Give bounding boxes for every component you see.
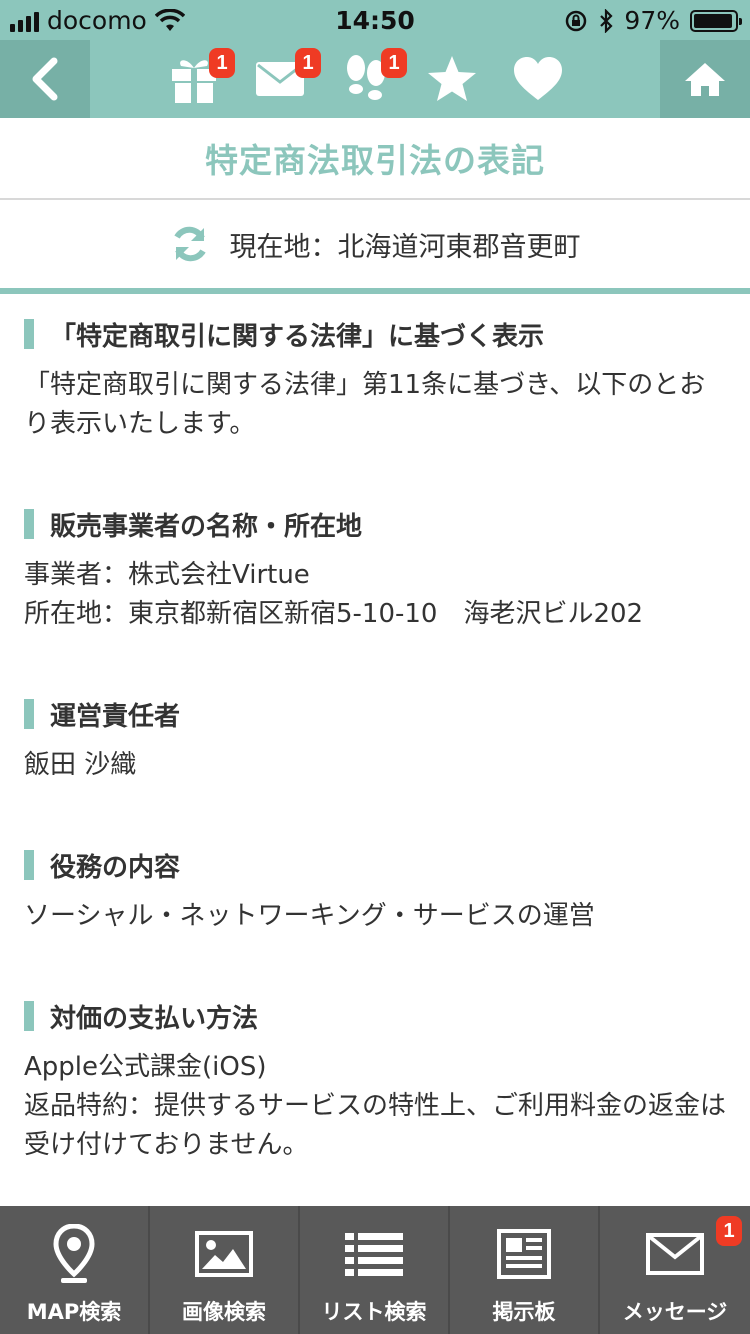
rotation-lock-icon: [566, 10, 587, 31]
section-heading: 対価の支払い方法: [24, 996, 726, 1036]
back-button[interactable]: [0, 40, 90, 118]
tab-messages[interactable]: メッセージ 1: [600, 1206, 750, 1334]
section-heading: 役務の内容: [24, 845, 726, 885]
section-service: 役務の内容 ソーシャル・ネットワーキング・サービスの運営: [24, 845, 726, 936]
section-line: 「特定商取引に関する法律」第11条に基づき、以下のとおり表示いたします。: [24, 370, 706, 439]
heading-bar: [24, 1001, 34, 1031]
status-right: 97%: [564, 6, 742, 35]
heading-bar: [24, 850, 34, 880]
mail-icon: [646, 1233, 704, 1275]
section-legal-basis: 「特定商取引に関する法律」に基づく表示 「特定商取引に関する法律」第11条に基づ…: [24, 314, 726, 444]
section-body: 飯田 沙織: [24, 746, 726, 785]
section-body: ソーシャル・ネットワーキング・サービスの運営: [24, 897, 726, 936]
list-icon: [345, 1233, 403, 1276]
heading-bar: [24, 509, 34, 539]
gift-button[interactable]: 1: [165, 48, 235, 108]
footprints-badge: 1: [381, 48, 407, 78]
heart-icon: [514, 57, 562, 100]
tab-bulletin-board[interactable]: 掲示板: [450, 1206, 600, 1334]
section-line: 所在地：東京都新宿区新宿5-10-10 海老沢ビル202: [24, 599, 644, 629]
mail-button[interactable]: 1: [251, 48, 321, 108]
nav-icon-group: 1 1 1: [165, 40, 567, 118]
section-heading-text: 運営責任者: [50, 701, 181, 732]
tab-list-search[interactable]: リスト検索: [300, 1206, 450, 1334]
newspaper-icon: [497, 1229, 551, 1279]
battery-percent: 97%: [624, 6, 680, 35]
map-pin-icon: [53, 1224, 95, 1283]
mail-badge: 1: [295, 48, 321, 78]
heading-bar: [24, 319, 34, 349]
section-heading: 販売事業者の名称・所在地: [24, 504, 726, 544]
tab-label: リスト検索: [321, 1300, 427, 1324]
heading-bar: [24, 699, 34, 729]
section-payment: 対価の支払い方法 Apple公式課金(iOS) 返品特約：提供するサービスの特性…: [24, 996, 726, 1165]
section-heading-text: 「特定商取引に関する法律」に基づく表示: [50, 321, 545, 352]
bottom-tab-bar: MAP検索 画像検索 リスト検索 掲示板 メッセージ 1: [0, 1206, 750, 1334]
chevron-left-icon: [32, 57, 58, 101]
section-line: 事業者：株式会社Virtue: [24, 560, 310, 590]
section-heading-text: 役務の内容: [50, 852, 181, 883]
section-heading-text: 対価の支払い方法: [50, 1003, 259, 1034]
section-seller: 販売事業者の名称・所在地 事業者：株式会社Virtue 所在地：東京都新宿区新宿…: [24, 504, 726, 634]
image-icon: [195, 1231, 253, 1277]
current-location: 現在地：北海道河東郡音更町: [229, 231, 581, 263]
section-line: Apple公式課金(iOS): [24, 1052, 267, 1082]
tab-map-search[interactable]: MAP検索: [0, 1206, 150, 1334]
section-manager: 運営責任者 飯田 沙織: [24, 694, 726, 785]
top-nav-bar: 1 1 1: [0, 40, 750, 118]
location-bar[interactable]: 現在地：北海道河東郡音更町: [0, 200, 750, 294]
tab-label: 画像検索: [182, 1300, 266, 1324]
section-body: 「特定商取引に関する法律」第11条に基づき、以下のとおり表示いたします。: [24, 366, 726, 444]
favorites-button[interactable]: [423, 50, 481, 108]
refresh-icon[interactable]: [170, 224, 210, 264]
tab-label: メッセージ: [622, 1300, 728, 1324]
star-icon: [428, 56, 476, 101]
legal-content: 「特定商取引に関する法律」に基づく表示 「特定商取引に関する法律」第11条に基づ…: [0, 294, 750, 1206]
section-heading: 運営責任者: [24, 694, 726, 734]
section-body: 事業者：株式会社Virtue 所在地：東京都新宿区新宿5-10-10 海老沢ビル…: [24, 556, 726, 634]
home-icon: [685, 63, 725, 96]
messages-badge: 1: [716, 1216, 742, 1246]
tab-image-search[interactable]: 画像検索: [150, 1206, 300, 1334]
battery-icon: [690, 9, 742, 32]
section-line: ソーシャル・ネットワーキング・サービスの運営: [24, 901, 595, 931]
tab-label: 掲示板: [492, 1300, 556, 1324]
page-title: 特定商法取引法の表記: [205, 141, 545, 180]
section-body: Apple公式課金(iOS) 返品特約：提供するサービスの特性上、ご利用料金の返…: [24, 1048, 726, 1165]
section-line: 返品特約：提供するサービスの特性上、ご利用料金の返金は受け付けておりません。: [24, 1091, 727, 1160]
gift-badge: 1: [209, 48, 235, 78]
tab-label: MAP検索: [26, 1300, 122, 1324]
section-heading-text: 販売事業者の名称・所在地: [50, 511, 363, 542]
likes-button[interactable]: [509, 50, 567, 108]
bluetooth-icon: [600, 8, 613, 33]
status-bar: docomo 14:50 97%: [0, 0, 750, 40]
section-heading: 「特定商取引に関する法律」に基づく表示: [24, 314, 726, 354]
page-title-bar: 特定商法取引法の表記: [0, 118, 750, 200]
section-line: 飯田 沙織: [24, 750, 137, 780]
footprints-button[interactable]: 1: [337, 48, 407, 108]
home-button[interactable]: [660, 40, 750, 118]
